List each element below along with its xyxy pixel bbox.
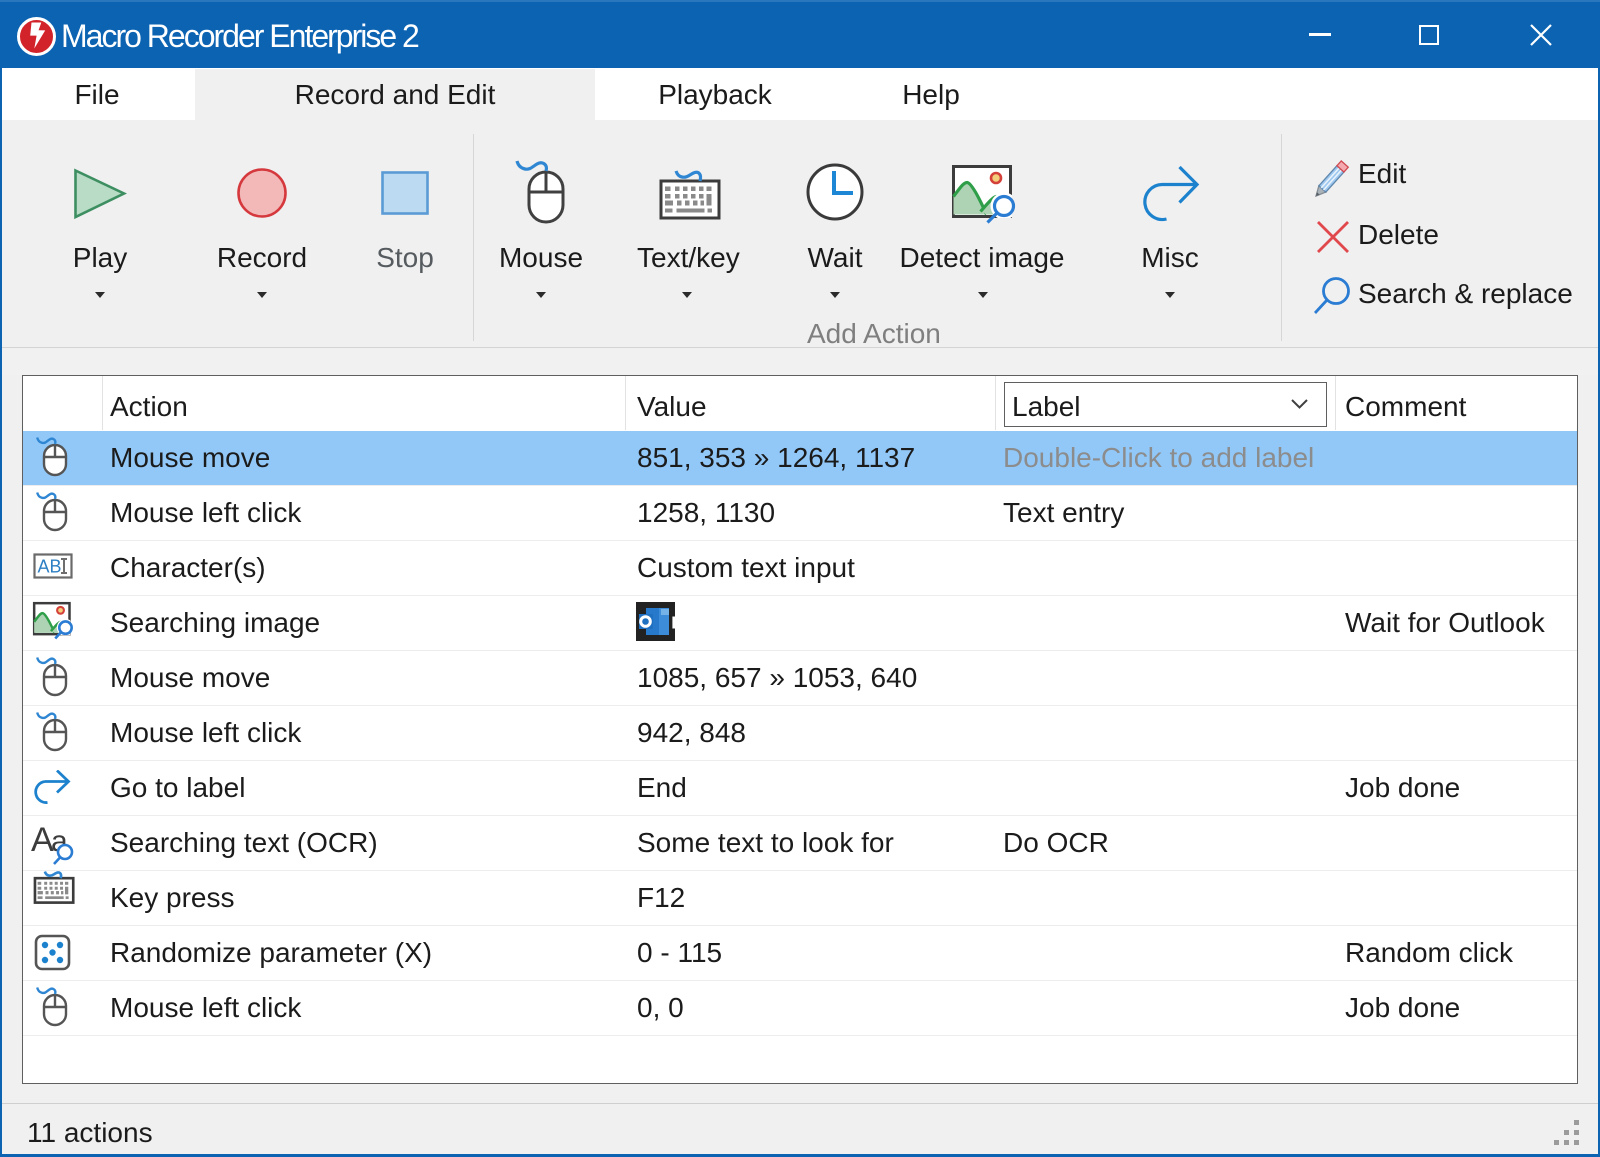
svg-text:AB: AB bbox=[38, 557, 62, 577]
